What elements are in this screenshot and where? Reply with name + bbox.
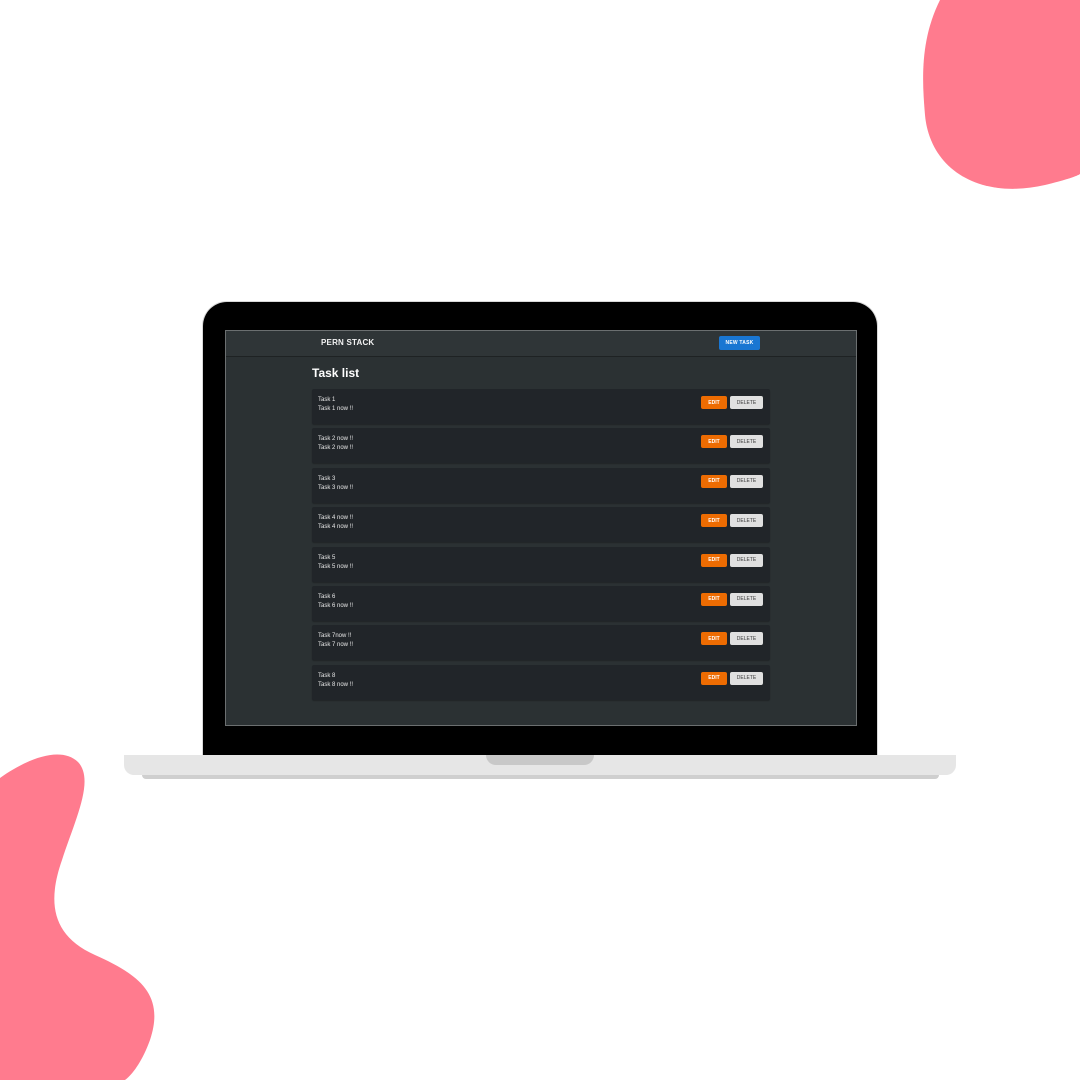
task-title: Task 8 <box>318 672 336 679</box>
task-card: Task 4 now !! Task 4 now !! EDIT DELETE <box>312 507 770 543</box>
delete-button[interactable]: DELETE <box>730 514 763 528</box>
task-title: Task 7now !! <box>318 633 352 640</box>
delete-button[interactable]: DELETE <box>730 671 763 685</box>
task-title: Task 4 now !! <box>318 515 354 522</box>
task-card: Task 5 Task 5 now !! EDIT DELETE <box>312 546 770 582</box>
edit-button[interactable]: EDIT <box>701 671 727 685</box>
delete-button[interactable]: DELETE <box>730 553 763 567</box>
decorative-blob-top-right <box>923 0 1080 189</box>
page-title: Task list <box>312 366 360 380</box>
task-description: Task 8 now !! <box>318 681 354 688</box>
task-card: Task 2 now !! Task 2 now !! EDIT DELETE <box>312 428 770 464</box>
task-card: Task 8 Task 8 now !! EDIT DELETE <box>312 664 770 700</box>
task-description: Task 4 now !! <box>318 524 354 531</box>
app-navbar: PERN STACK NEW TASK <box>226 331 856 357</box>
brand-link[interactable]: PERN STACK <box>321 338 374 347</box>
edit-button[interactable]: EDIT <box>701 632 727 646</box>
edit-button[interactable]: EDIT <box>701 592 727 606</box>
new-task-button[interactable]: NEW TASK <box>719 336 760 350</box>
edit-button[interactable]: EDIT <box>701 474 727 488</box>
task-card: Task 7now !! Task 7 now !! EDIT DELETE <box>312 625 770 661</box>
decorative-blob-bottom-left <box>0 754 155 1080</box>
task-description: Task 5 now !! <box>318 563 354 570</box>
task-list: Task 1 Task 1 now !! EDIT DELETE Task 2 … <box>312 389 770 704</box>
task-title: Task 2 now !! <box>318 436 354 443</box>
edit-button[interactable]: EDIT <box>701 435 727 449</box>
delete-button[interactable]: DELETE <box>730 396 763 409</box>
task-card: Task 3 Task 3 now !! EDIT DELETE <box>312 467 770 503</box>
task-title: Task 3 <box>318 475 336 482</box>
task-description: Task 3 now !! <box>318 484 354 491</box>
task-description: Task 7 now !! <box>318 642 354 649</box>
task-card: Task 6 Task 6 now !! EDIT DELETE <box>312 585 770 621</box>
task-description: Task 6 now !! <box>318 602 354 609</box>
delete-button[interactable]: DELETE <box>730 592 763 606</box>
task-title: Task 1 <box>318 397 336 403</box>
task-description: Task 1 now !! <box>318 406 354 412</box>
laptop-notch <box>486 755 594 765</box>
delete-button[interactable]: DELETE <box>730 632 763 646</box>
mockup-stage: PERN STACK NEW TASK Task list Task 1 Tas… <box>0 0 1080 1080</box>
edit-button[interactable]: EDIT <box>701 553 727 567</box>
task-title: Task 5 <box>318 554 336 561</box>
laptop-screen: PERN STACK NEW TASK Task list Task 1 Tas… <box>225 330 857 726</box>
edit-button[interactable]: EDIT <box>701 514 727 528</box>
task-description: Task 2 now !! <box>318 445 354 452</box>
laptop-base-shadow <box>142 775 939 779</box>
task-title: Task 6 <box>318 593 336 600</box>
delete-button[interactable]: DELETE <box>730 474 763 488</box>
task-card: Task 1 Task 1 now !! EDIT DELETE <box>312 389 770 424</box>
delete-button[interactable]: DELETE <box>730 435 763 449</box>
edit-button[interactable]: EDIT <box>701 396 727 409</box>
